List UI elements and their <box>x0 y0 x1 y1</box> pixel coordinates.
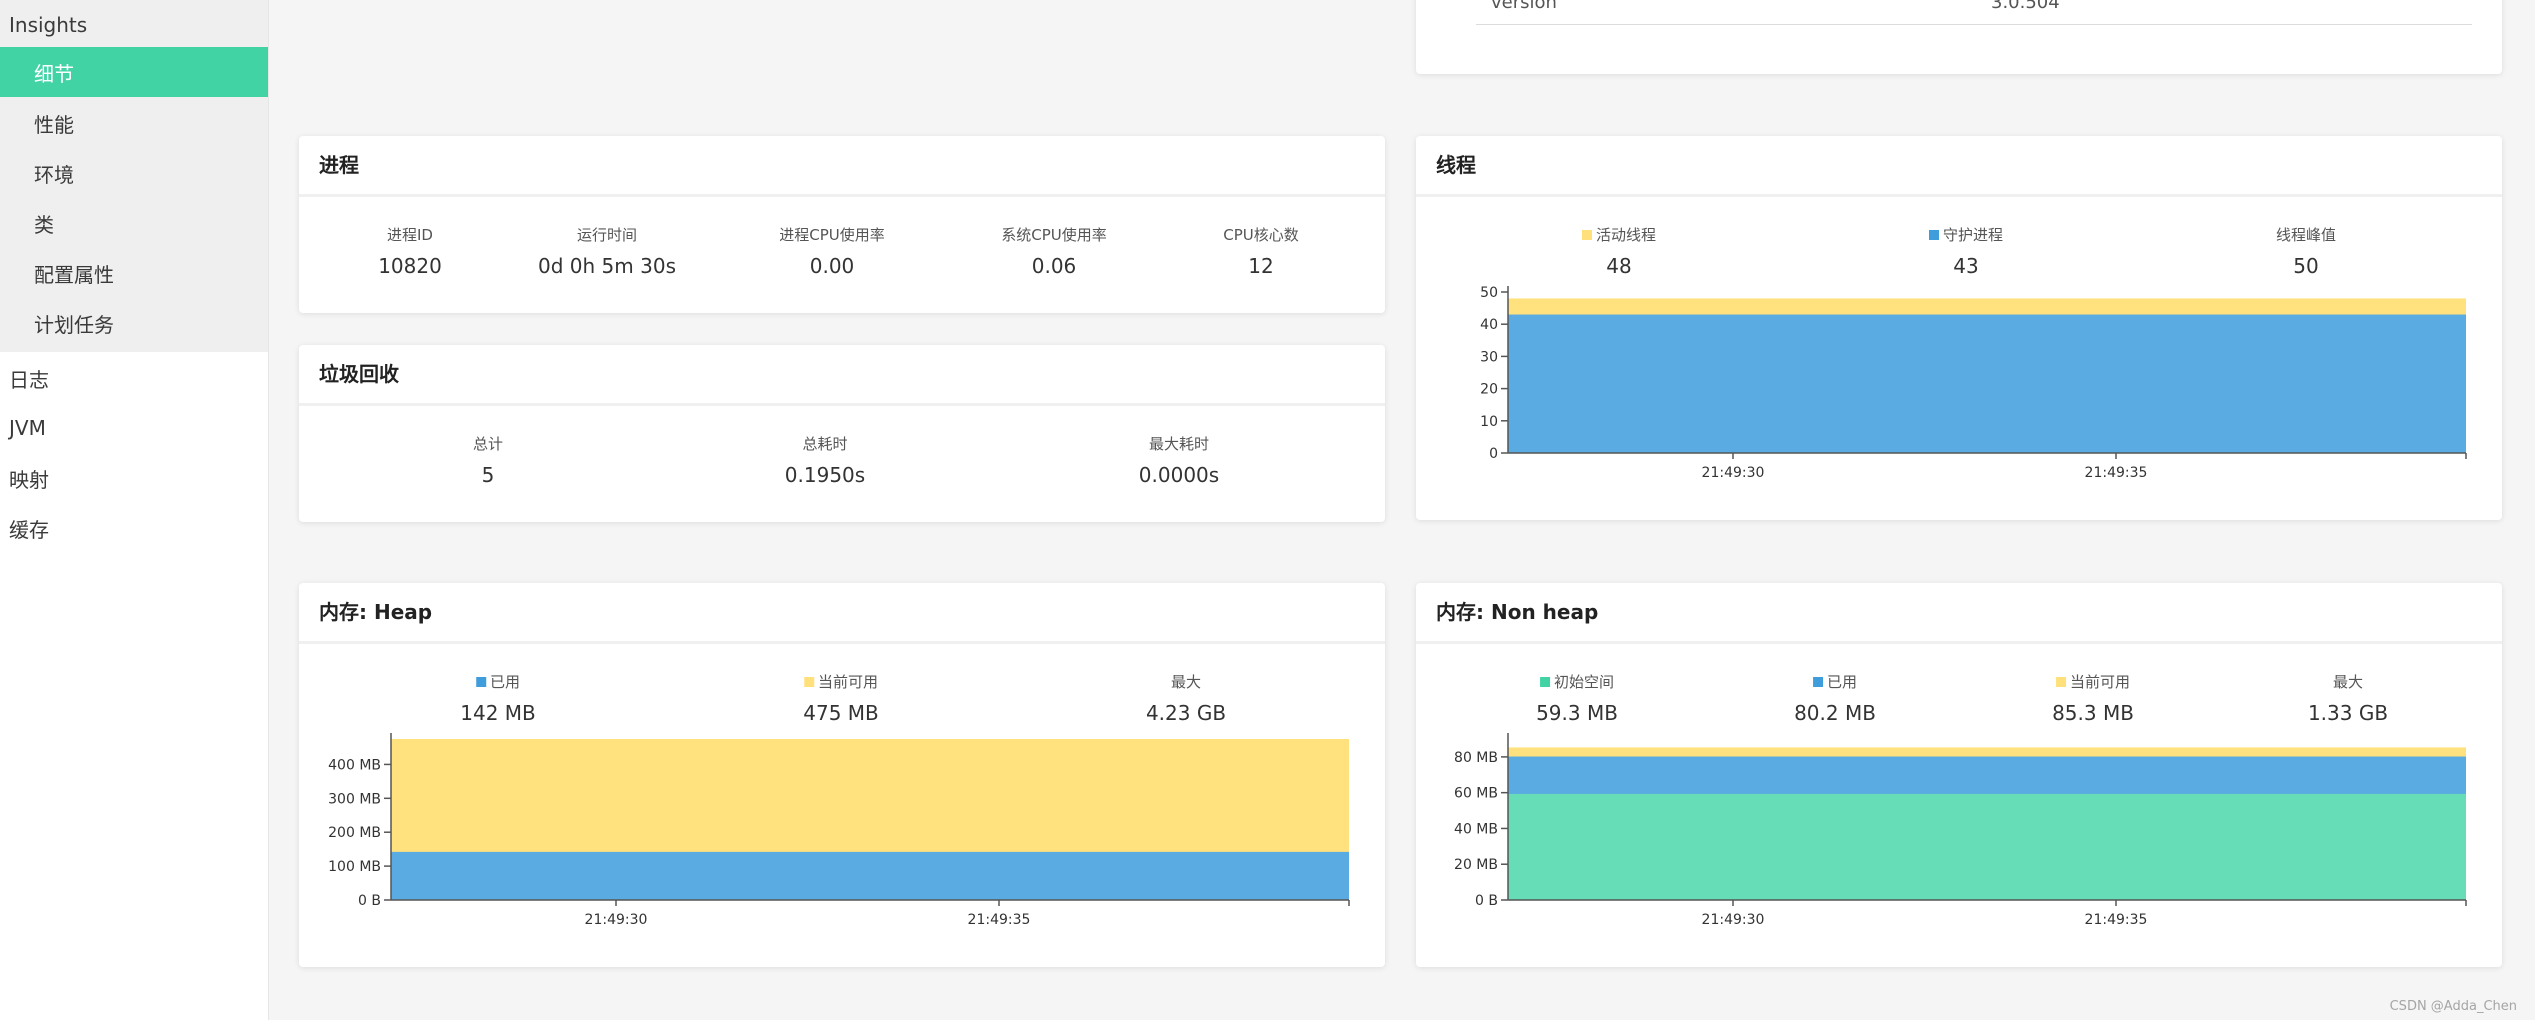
process-card: 进程 进程ID 10820 运行时间 0d 0h 5m 30s 进程CPU使用率… <box>299 136 1385 313</box>
x-tick-label: 21:49:35 <box>2085 465 2148 481</box>
stat-label: CPU核心数 <box>1223 226 1299 244</box>
x-tick-label: 21:49:30 <box>1702 465 1765 481</box>
info-row-value: 3.0.504 <box>1991 0 2060 13</box>
sidebar-item-config-props[interactable]: 配置属性 <box>0 248 268 298</box>
sidebar-item-logs[interactable]: 日志 <box>0 353 268 403</box>
x-tick-label: 21:49:35 <box>968 912 1031 928</box>
stat-uptime: 运行时间 0d 0h 5m 30s <box>538 224 676 278</box>
info-row-label: version <box>1491 0 1557 13</box>
y-tick-label: 20 <box>1480 382 1498 398</box>
y-tick-label: 0 B <box>358 893 381 909</box>
stat-label: 系统CPU使用率 <box>1001 226 1107 244</box>
watermark: CSDN @Adda_Chen <box>2389 999 2517 1014</box>
stat-gc-max-time: 最大耗时 0.0000s <box>1139 433 1219 487</box>
area-series-0 <box>1508 793 2466 900</box>
stat-cpu-cores: CPU核心数 12 <box>1223 224 1299 278</box>
sidebar-item-environment[interactable]: 环境 <box>0 148 268 198</box>
heap-card: 内存: Heap 已用 142 MB 当前可用 475 MB 最大 4.23 G… <box>299 583 1385 967</box>
stat-gc-total-time: 总耗时 0.1950s <box>785 433 865 487</box>
sidebar-item-classes[interactable]: 类 <box>0 198 268 248</box>
stat-value: 0.06 <box>1031 254 1077 278</box>
sidebar-item-performance[interactable]: 性能 <box>0 98 268 148</box>
stat-process-cpu: 进程CPU使用率 0.00 <box>779 224 885 278</box>
gc-card: 垃圾回收 总计 5 总耗时 0.1950s 最大耗时 0.0000s <box>299 345 1385 522</box>
nonheap-chart: 0 B 20 MB 40 MB 60 MB 80 MB 21:49:30 21:49:35 <box>1454 733 2467 928</box>
stat-label: 总计 <box>472 435 504 453</box>
sidebar-item-caches[interactable]: 缓存 <box>0 503 268 553</box>
area-series-0 <box>391 851 1349 900</box>
y-tick-label: 80 MB <box>1454 750 1498 766</box>
stat-value: 0.0000s <box>1138 463 1220 487</box>
sidebar-item-scheduled-tasks[interactable]: 计划任务 <box>0 298 268 348</box>
y-tick-label: 20 MB <box>1454 857 1498 873</box>
info-row-divider <box>1476 24 2472 25</box>
sidebar-item-details[interactable]: 细节 <box>0 47 268 97</box>
stat-value: 10820 <box>378 254 442 278</box>
x-tick-label: 21:49:35 <box>2085 912 2148 928</box>
y-tick-label: 60 MB <box>1454 786 1498 802</box>
area-series-0 <box>1508 314 2466 453</box>
y-tick-label: 40 <box>1480 317 1498 333</box>
stat-label: 总耗时 <box>802 435 848 453</box>
heap-chart: 0 B 100 MB 200 MB 300 MB 400 MB 21:49:30 21:49… <box>328 733 1350 928</box>
stat-value: 0.1950s <box>784 463 866 487</box>
sidebar-item-mappings[interactable]: 映射 <box>0 453 268 503</box>
stat-label: 进程CPU使用率 <box>779 226 885 244</box>
nonheap-card: 内存: Non heap 初始空间 59.3 MB 已用 80.2 MB 当前可… <box>1416 583 2502 967</box>
stat-value: 12 <box>1248 254 1274 278</box>
y-tick-label: 10 <box>1480 414 1498 430</box>
y-tick-label: 50 <box>1480 285 1498 301</box>
sidebar-item-insights[interactable]: Insights <box>0 0 268 50</box>
threads-card: 线程 活动线程 48 守护进程 43 线程峰值 50 0 10 20 30 40 50 21… <box>1416 136 2502 520</box>
y-tick-label: 40 MB <box>1454 821 1498 837</box>
y-tick-label: 200 MB <box>328 825 381 841</box>
stat-label: 最大耗时 <box>1148 435 1209 453</box>
stat-value: 5 <box>481 463 495 487</box>
y-tick-label: 400 MB <box>328 757 381 773</box>
stat-label: 运行时间 <box>576 226 637 244</box>
x-tick-label: 21:49:30 <box>585 912 648 928</box>
sidebar-item-jvm[interactable]: JVM <box>0 403 268 453</box>
info-card: version 3.0.504 <box>1416 0 2502 74</box>
y-tick-label: 100 MB <box>328 859 381 875</box>
stat-system-cpu: 系统CPU使用率 0.06 <box>1001 224 1107 278</box>
stat-value: 0d 0h 5m 30s <box>538 254 676 278</box>
process-title: 进程 <box>299 136 1385 197</box>
x-tick-label: 21:49:30 <box>1702 912 1765 928</box>
y-tick-label: 0 B <box>1475 893 1498 909</box>
stat-gc-count: 总计 5 <box>473 433 503 487</box>
threads-chart: 0 10 20 30 40 50 21:49:30 21:49:35 <box>1480 285 2467 481</box>
y-tick-label: 30 <box>1480 349 1498 365</box>
stat-label: 进程ID <box>387 226 433 244</box>
stat-process-id: 进程ID 10820 <box>378 224 442 278</box>
stat-value: 0.00 <box>809 254 855 278</box>
gc-title: 垃圾回收 <box>299 345 1385 406</box>
sidebar: Insights 细节 性能 环境 类 配置属性 计划任务 日志 JVM 映射 … <box>0 0 269 1020</box>
y-tick-label: 0 <box>1489 446 1498 462</box>
y-tick-label: 300 MB <box>328 791 381 807</box>
